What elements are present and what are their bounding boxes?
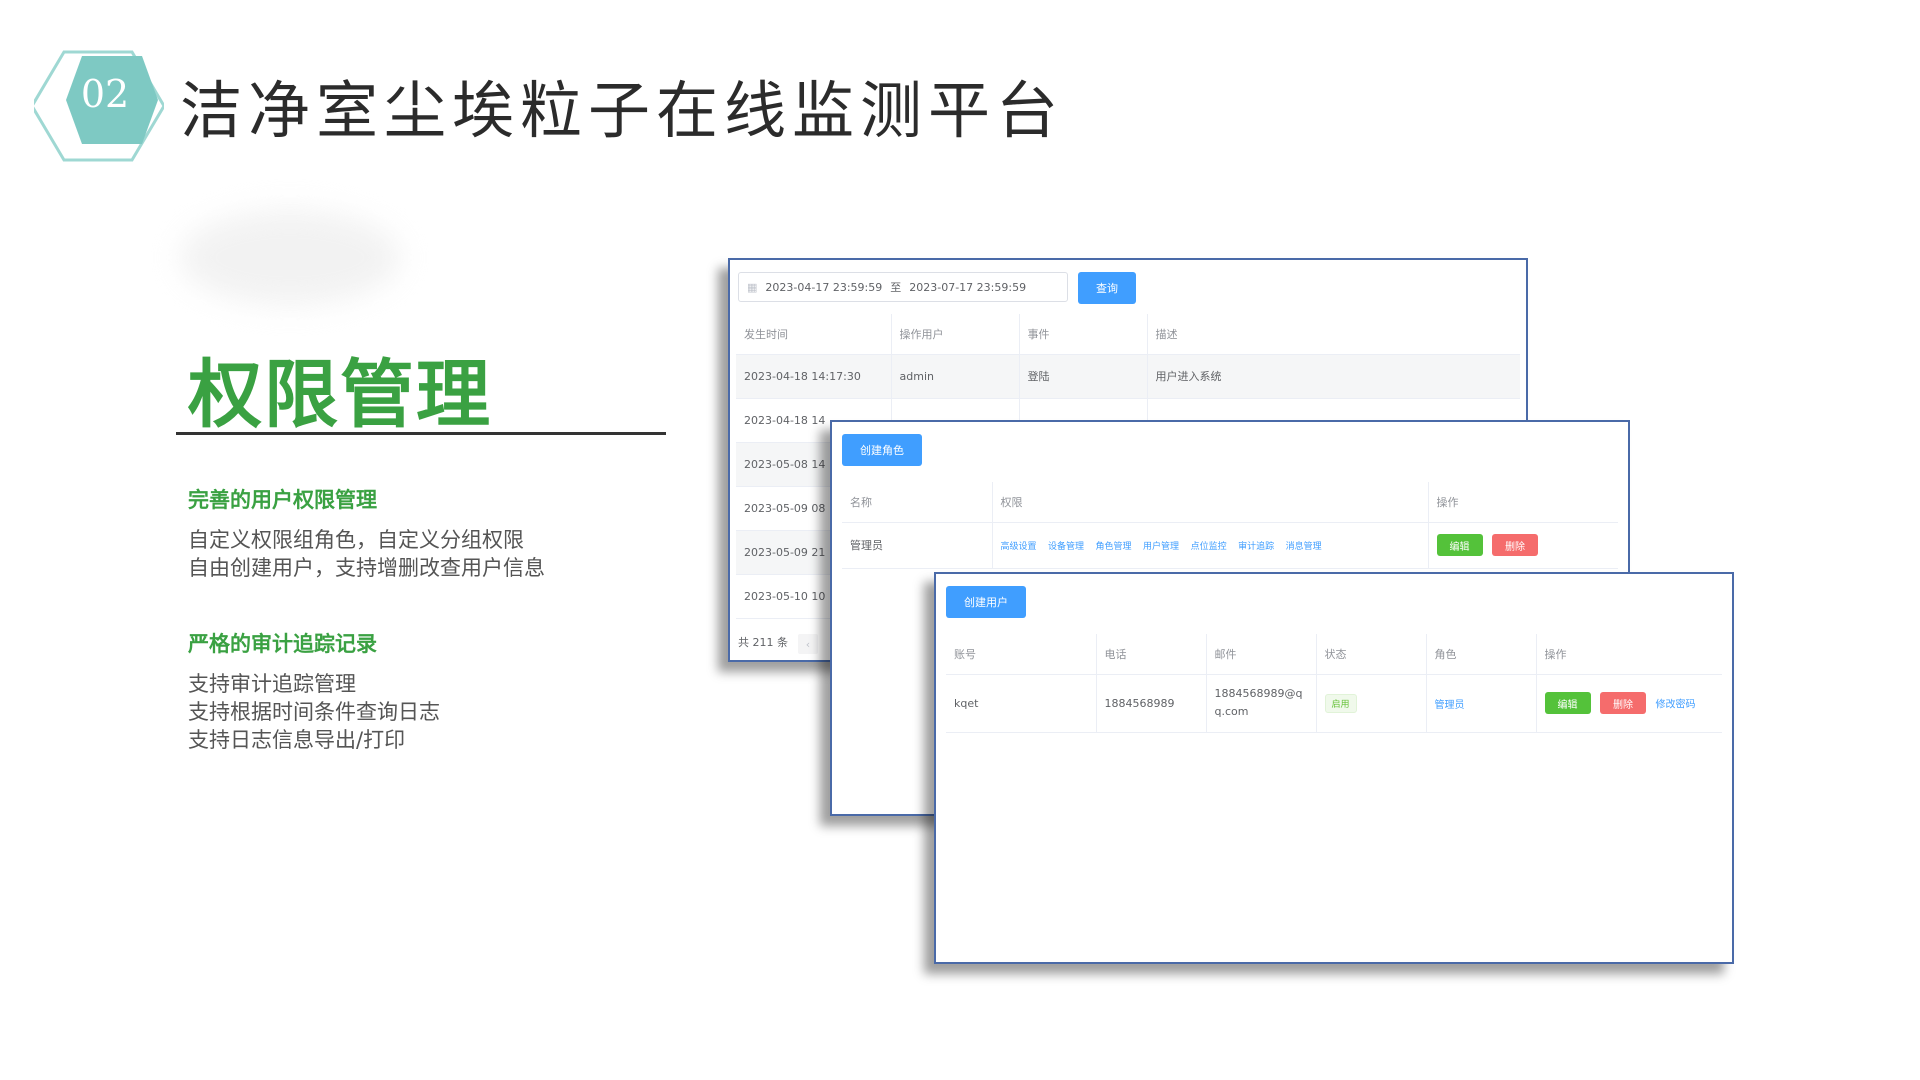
delete-button[interactable]: 删除 [1600,692,1646,714]
cell-permissions: 高级设置 设备管理 角色管理 用户管理 点位监控 审计追踪 消息管理 [991,522,1428,569]
cell-status: 启用 [1315,674,1426,733]
cell-desc: 用户进入系统 [1146,354,1520,399]
status-badge: 启用 [1324,693,1357,713]
column-header: 电话 [1095,634,1206,675]
user-management-panel: 创建用户 账号 电话 邮件 状态 角色 操作 kqet 1884568989 1… [934,572,1734,964]
table-row[interactable]: 管理员 高级设置 设备管理 角色管理 用户管理 点位监控 审计追踪 消息管理 编… [842,522,1618,569]
cell-account: kqet [946,674,1096,733]
column-header: 名称 [842,482,992,523]
edit-button[interactable]: 编辑 [1544,692,1591,714]
permission-link[interactable]: 审计追踪 [1238,542,1274,552]
edit-button[interactable]: 编辑 [1436,534,1483,556]
create-role-button[interactable]: 创建角色 [842,434,922,466]
email-line: 1884568989@q [1214,687,1303,700]
permission-link[interactable]: 角色管理 [1096,542,1132,552]
email-line: q.com [1214,705,1249,718]
date-separator: 至 [890,281,902,294]
role-table: 名称 权限 操作 管理员 高级设置 设备管理 角色管理 用户管理 点位监控 审计… [842,482,1618,569]
column-header: 权限 [991,482,1428,523]
table-row[interactable]: kqet 1884568989 1884568989@q q.com 启用 管理… [946,674,1722,733]
column-header: 账号 [946,634,1096,675]
feature-line: 自定义权限组角色，自定义分组权限 [188,528,524,552]
create-user-button[interactable]: 创建用户 [946,586,1026,618]
column-header: 事件 [1018,314,1147,355]
query-button[interactable]: 查询 [1078,272,1136,304]
column-header: 操作 [1427,482,1618,523]
page-title: 洁净室尘埃粒子在线监测平台 [180,74,1065,147]
section-title: 权限管理 [188,352,492,438]
feature-user-permissions: 完善的用户权限管理 自定义权限组角色，自定义分组权限 自由创建用户，支持增删改查… [188,484,545,582]
section-number: 02 [80,72,130,116]
column-header: 操作 [1535,634,1722,675]
cell-role: 管理员 [1425,674,1536,733]
user-table: 账号 电话 邮件 状态 角色 操作 kqet 1884568989 188456… [946,634,1722,733]
cell-time: 2023-04-18 14:17:30 [736,354,891,399]
permission-link[interactable]: 点位监控 [1191,542,1227,552]
cell-actions: 编辑 删除 修改密码 [1535,674,1722,733]
cell-event: 登陆 [1018,354,1147,399]
permission-link[interactable]: 消息管理 [1286,542,1322,552]
feature-line: 自由创建用户，支持增删改查用户信息 [188,556,545,580]
change-password-link[interactable]: 修改密码 [1656,700,1696,711]
cell-user: admin [890,354,1019,399]
chevron-left-icon[interactable]: ‹ [798,634,818,654]
permission-link[interactable]: 用户管理 [1143,542,1179,552]
date-start[interactable]: 2023-04-17 23:59:59 [765,281,882,294]
delete-button[interactable]: 删除 [1492,534,1538,556]
cell-email: 1884568989@q q.com [1205,674,1316,733]
blurred-logo [180,210,400,305]
feature-title: 完善的用户权限管理 [188,488,377,512]
feature-line: 支持审计追踪管理 [188,672,356,696]
role-link[interactable]: 管理员 [1435,700,1465,711]
column-header: 角色 [1425,634,1536,675]
column-header: 状态 [1315,634,1426,675]
cell-role-name: 管理员 [842,522,992,569]
column-header: 操作用户 [890,314,1019,355]
column-header: 邮件 [1205,634,1316,675]
cell-phone: 1884568989 [1095,674,1206,733]
cell-actions: 编辑 删除 [1427,522,1618,569]
total-count: 共 211 条 [738,636,788,649]
feature-audit-trail: 严格的审计追踪记录 支持审计追踪管理 支持根据时间条件查询日志 支持日志信息导出… [188,628,440,754]
section-divider [176,432,666,435]
calendar-icon: ▦ [747,280,758,294]
column-header: 描述 [1146,314,1520,355]
feature-line: 支持根据时间条件查询日志 [188,700,440,724]
feature-line: 支持日志信息导出/打印 [188,728,406,752]
column-header: 发生时间 [736,314,891,355]
permission-link[interactable]: 设备管理 [1048,542,1084,552]
feature-title: 严格的审计追踪记录 [188,632,377,656]
table-row[interactable]: 2023-04-18 14:17:30 admin 登陆 用户进入系统 [736,354,1520,399]
date-range-picker[interactable]: ▦ 2023-04-17 23:59:59 至 2023-07-17 23:59… [738,272,1068,302]
permission-link[interactable]: 高级设置 [1001,542,1037,552]
pagination: 共 211 条 ‹ [738,634,818,654]
date-end[interactable]: 2023-07-17 23:59:59 [909,281,1026,294]
